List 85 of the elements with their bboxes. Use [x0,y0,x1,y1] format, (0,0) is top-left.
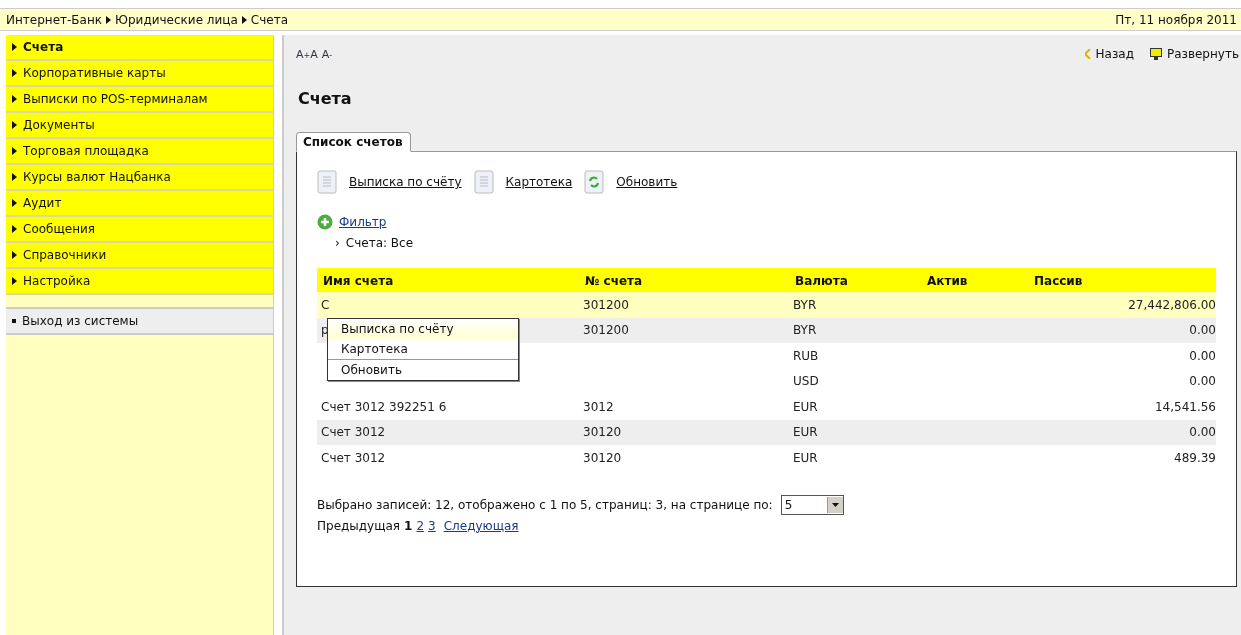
sidebar-item[interactable]: Счета [6,35,273,61]
column-header: Актив [926,273,969,290]
bullet-icon [12,319,16,323]
arrow-icon [12,43,17,51]
column-header: № счета [584,273,644,290]
sidebar-item[interactable]: Торговая площадка [6,139,273,165]
plus-icon [317,214,333,230]
table-cell-text: EUR [792,398,819,416]
breadcrumb-item[interactable]: Юридические лица [115,12,238,27]
sidebar-item[interactable]: Аудит [6,191,273,217]
font-increase-button[interactable]: A+ [296,47,311,61]
column-header: Пассив [1033,273,1084,290]
date-label: Пт, 11 ноября 2011 [1115,12,1237,27]
arrow-icon [12,69,17,77]
table-cell-text: С [320,296,330,314]
back-link[interactable]: Назад [1084,47,1134,61]
table-cell-text: Счет 3012 [320,424,386,442]
table-cell-text: EUR [792,449,819,467]
arrow-icon [12,147,17,155]
page-link[interactable]: 3 [428,518,436,533]
sidebar-item[interactable]: Корпоративные карты [6,61,273,87]
filter-link[interactable]: Фильтр [339,215,387,229]
arrow-icon [12,251,17,259]
table-cell-text: 0.00 [1188,322,1216,340]
table-cell-text: 301200 [582,322,629,340]
expand-link[interactable]: Развернуть [1149,47,1239,61]
document-icon [317,170,337,194]
sidebar-item[interactable]: Сообщения [6,217,273,243]
arrow-icon [12,173,17,181]
table-cell-text: USD [792,373,820,391]
sidebar-item[interactable]: Курсы валют Нацбанка [6,165,273,191]
table-cell-text: 0.00 [1188,373,1216,391]
table-cell-text: 14,541.56 [1153,398,1216,416]
table-cell-text: 30120 [582,424,622,442]
table-cell-text: BYR [792,322,818,340]
table-cell-text: BYR [792,296,818,314]
previous-label: Предыдущая [317,518,401,533]
tab[interactable]: Список счетов [296,132,412,152]
arrow-icon [12,225,17,233]
table-cell-text: 301200 [582,296,629,314]
table-cell-text: RUB [792,347,820,365]
arrow-icon [12,95,17,103]
table-cell-text: 0.00 [1188,424,1216,442]
arrow-icon [12,199,17,207]
toolbar-link[interactable]: Выписка по счёту [317,170,462,194]
refresh-icon [584,170,605,194]
filter-value: Счета: Все [345,236,414,250]
arrow-icon [12,121,17,129]
column-header: Имя счета [322,273,395,290]
table-cell-text: 0.00 [1188,347,1216,365]
breadcrumb-item[interactable]: Счета [250,12,289,27]
table-cell-text: Счет 3012 392251 6 [320,398,447,416]
page-title: Счета [298,89,353,108]
document-icon [473,170,494,194]
table-row[interactable]: Счет 3012 30120 EUR 0.00 [317,419,1216,445]
logout-item[interactable]: Выход из системы [6,309,273,335]
table-cell-text: 3012 [582,398,614,416]
arrow-icon [12,277,17,285]
page-link[interactable]: 1 [404,518,413,533]
sidebar-item[interactable]: Справочники [6,243,273,269]
sidebar-item[interactable]: Выписки по POS-терминалам [6,87,273,113]
chevron-icon: › [335,236,340,250]
table-cell-text: 27,442,806.00 [1127,296,1216,314]
sidebar-item[interactable]: Документы [6,113,273,139]
page-size-select[interactable]: 5 [780,494,844,515]
table-row[interactable]: С 301200 BYR 27,442,806.00 [317,292,1216,318]
chevron-left-icon [1084,49,1091,59]
monitor-icon [1149,48,1162,60]
breadcrumb-item[interactable]: Интернет-Банк [6,12,103,27]
table-cell-text: 489.39 [1173,449,1216,467]
summary-text: Выбрано записей: 12, отображено с 1 по 5, страниц: 3, на странице по: [317,497,773,512]
table-cell-text: 30120 [582,449,622,467]
table-cell-text: EUR [792,424,819,442]
font-reset-button[interactable]: A [310,47,318,61]
next-link[interactable]: Следующая [443,518,519,533]
toolbar-link[interactable]: Обновить [584,170,678,194]
arrow-icon [106,15,112,24]
sidebar-item[interactable]: Настройка [6,269,273,295]
toolbar-link[interactable]: Картотека [473,170,573,194]
table-cell-text: Счет 3012 [320,449,386,467]
font-decrease-button[interactable]: A- [321,47,333,61]
page-link[interactable]: 2 [416,518,425,533]
menu-item[interactable]: Выписка по счёту [328,319,518,339]
arrow-icon [241,15,247,24]
column-header: Валюта [794,273,849,290]
